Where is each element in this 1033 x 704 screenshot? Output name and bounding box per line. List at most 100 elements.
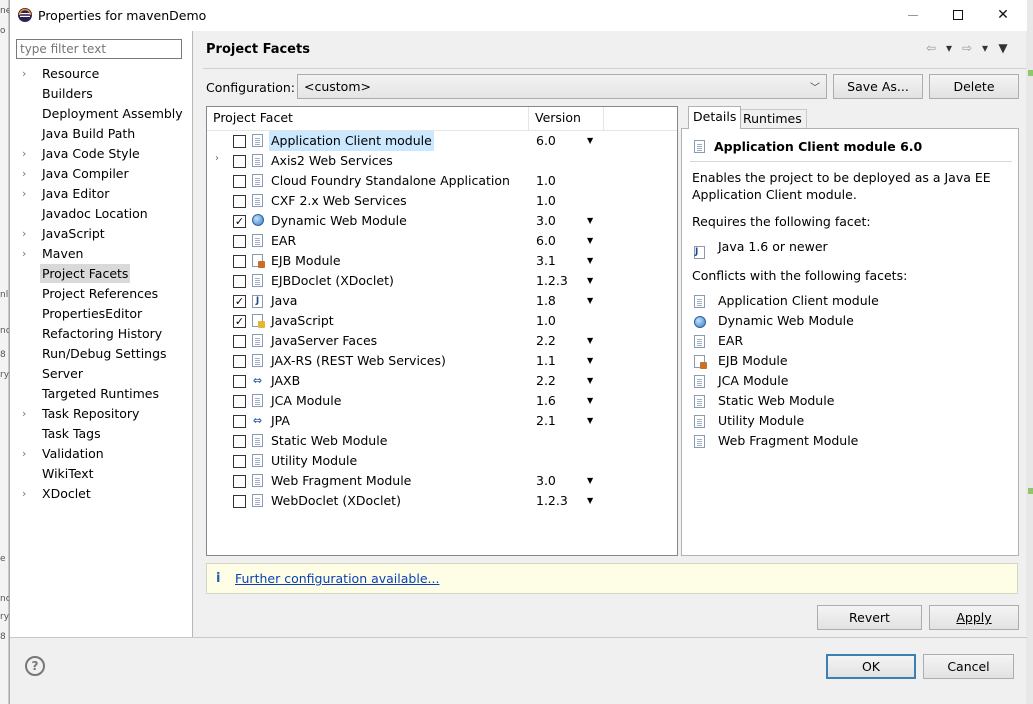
- further-configuration-link[interactable]: Further configuration available...: [235, 571, 439, 586]
- facet-version[interactable]: 3.0: [536, 211, 556, 231]
- minimize-button[interactable]: [890, 0, 936, 31]
- facet-checkbox[interactable]: [233, 135, 246, 148]
- facet-row[interactable]: Cloud Foundry Standalone Application 1.0: [207, 171, 677, 191]
- facet-row[interactable]: EJB Module 3.1 ▼: [207, 251, 677, 271]
- version-dropdown-icon[interactable]: ▼: [587, 471, 593, 491]
- facet-row[interactable]: Web Fragment Module 3.0 ▼: [207, 471, 677, 491]
- facet-row[interactable]: ⇔ JPA 2.1 ▼: [207, 411, 677, 431]
- facet-version[interactable]: 1.0: [536, 311, 556, 331]
- tab-runtimes[interactable]: Runtimes: [738, 109, 807, 128]
- version-dropdown-icon[interactable]: ▼: [587, 131, 593, 151]
- version-dropdown-icon[interactable]: ▼: [587, 331, 593, 351]
- facet-row[interactable]: Utility Module: [207, 451, 677, 471]
- facet-version[interactable]: 6.0: [536, 231, 556, 251]
- facet-row[interactable]: › Axis2 Web Services: [207, 151, 677, 171]
- facet-version[interactable]: 1.2.3: [536, 491, 568, 511]
- chevron-right-icon[interactable]: ›: [22, 224, 34, 243]
- facet-checkbox[interactable]: [233, 355, 246, 368]
- facet-row[interactable]: Static Web Module: [207, 431, 677, 451]
- facet-version[interactable]: 1.6: [536, 391, 556, 411]
- facet-version[interactable]: 1.0: [536, 191, 556, 211]
- tab-details[interactable]: Details: [688, 106, 742, 129]
- facet-checkbox[interactable]: [233, 375, 246, 388]
- facet-version[interactable]: 2.2: [536, 371, 556, 391]
- chevron-right-icon[interactable]: ›: [22, 444, 34, 463]
- facet-checkbox[interactable]: [233, 435, 246, 448]
- back-arrow-icon[interactable]: ⇦: [922, 41, 940, 55]
- facet-checkbox[interactable]: [233, 395, 246, 408]
- facet-checkbox[interactable]: [233, 175, 246, 188]
- maximize-button[interactable]: [935, 0, 981, 31]
- facet-row[interactable]: JavaServer Faces 2.2 ▼: [207, 331, 677, 351]
- facet-version[interactable]: 1.1: [536, 351, 556, 371]
- facet-checkbox[interactable]: [233, 455, 246, 468]
- version-dropdown-icon[interactable]: ▼: [587, 271, 593, 291]
- version-dropdown-icon[interactable]: ▼: [587, 391, 593, 411]
- facet-row[interactable]: EAR 6.0 ▼: [207, 231, 677, 251]
- version-dropdown-icon[interactable]: ▼: [587, 351, 593, 371]
- chevron-right-icon[interactable]: ›: [215, 153, 219, 164]
- facet-row[interactable]: ⇔ JAXB 2.2 ▼: [207, 371, 677, 391]
- facet-name: Java: [271, 293, 298, 308]
- facet-checkbox[interactable]: [233, 495, 246, 508]
- facet-version[interactable]: 6.0: [536, 131, 556, 151]
- chevron-right-icon[interactable]: ›: [22, 484, 34, 503]
- cancel-button[interactable]: Cancel: [923, 654, 1014, 679]
- facet-checkbox[interactable]: ✓: [233, 215, 246, 228]
- filter-input[interactable]: [16, 39, 182, 59]
- facet-version[interactable]: 1.2.3: [536, 271, 568, 291]
- version-dropdown-icon[interactable]: ▼: [587, 251, 593, 271]
- facet-version[interactable]: 3.1: [536, 251, 556, 271]
- facet-checkbox[interactable]: [233, 335, 246, 348]
- back-menu-icon[interactable]: ▾: [940, 41, 958, 55]
- version-dropdown-icon[interactable]: ▼: [587, 211, 593, 231]
- chevron-right-icon[interactable]: ›: [22, 184, 34, 203]
- column-header-facet[interactable]: Project Facet: [207, 107, 529, 131]
- chevron-right-icon[interactable]: ›: [22, 244, 34, 263]
- facet-row[interactable]: WebDoclet (XDoclet) 1.2.3 ▼: [207, 491, 677, 511]
- chevron-right-icon[interactable]: ›: [22, 164, 34, 183]
- chevron-right-icon[interactable]: ›: [22, 404, 34, 423]
- facet-version[interactable]: 3.0: [536, 471, 556, 491]
- facet-row[interactable]: JCA Module 1.6 ▼: [207, 391, 677, 411]
- version-dropdown-icon[interactable]: ▼: [587, 491, 593, 511]
- version-dropdown-icon[interactable]: ▼: [587, 231, 593, 251]
- facet-checkbox[interactable]: [233, 235, 246, 248]
- facet-row[interactable]: ✓ Dynamic Web Module 3.0 ▼: [207, 211, 677, 231]
- facet-checkbox[interactable]: [233, 475, 246, 488]
- close-button[interactable]: ✕: [980, 0, 1026, 31]
- facet-version[interactable]: 2.2: [536, 331, 556, 351]
- facet-row[interactable]: EJBDoclet (XDoclet) 1.2.3 ▼: [207, 271, 677, 291]
- facet-version[interactable]: 1.8: [536, 291, 556, 311]
- revert-button[interactable]: Revert: [817, 605, 922, 630]
- facet-row[interactable]: Application Client module 6.0 ▼: [207, 131, 677, 151]
- save-as-button[interactable]: Save As...: [833, 74, 923, 99]
- facet-row[interactable]: ✓ JavaScript 1.0: [207, 311, 677, 331]
- facet-checkbox[interactable]: [233, 415, 246, 428]
- version-dropdown-icon[interactable]: ▼: [587, 411, 593, 431]
- facet-checkbox[interactable]: ✓: [233, 295, 246, 308]
- facet-version[interactable]: 2.1: [536, 411, 556, 431]
- facet-checkbox[interactable]: [233, 195, 246, 208]
- chevron-right-icon[interactable]: ›: [22, 64, 34, 83]
- delete-button[interactable]: Delete: [929, 74, 1019, 99]
- column-header-version[interactable]: Version: [529, 107, 604, 131]
- facet-checkbox[interactable]: [233, 155, 246, 168]
- forward-arrow-icon[interactable]: ⇨: [958, 41, 976, 55]
- apply-button[interactable]: Apply: [929, 605, 1019, 630]
- facet-row[interactable]: JAX-RS (REST Web Services) 1.1 ▼: [207, 351, 677, 371]
- facet-version[interactable]: 1.0: [536, 171, 556, 191]
- facet-checkbox[interactable]: ✓: [233, 315, 246, 328]
- configuration-select[interactable]: <custom> ﹀: [297, 74, 827, 99]
- facet-row[interactable]: ✓ J Java 1.8 ▼: [207, 291, 677, 311]
- ok-button[interactable]: OK: [826, 654, 916, 679]
- view-menu-icon[interactable]: ▼: [994, 41, 1012, 55]
- chevron-right-icon[interactable]: ›: [22, 144, 34, 163]
- version-dropdown-icon[interactable]: ▼: [587, 371, 593, 391]
- forward-menu-icon[interactable]: ▾: [976, 41, 994, 55]
- version-dropdown-icon[interactable]: ▼: [587, 291, 593, 311]
- help-icon[interactable]: ?: [25, 656, 45, 676]
- facet-row[interactable]: CXF 2.x Web Services 1.0: [207, 191, 677, 211]
- facet-checkbox[interactable]: [233, 275, 246, 288]
- facet-checkbox[interactable]: [233, 255, 246, 268]
